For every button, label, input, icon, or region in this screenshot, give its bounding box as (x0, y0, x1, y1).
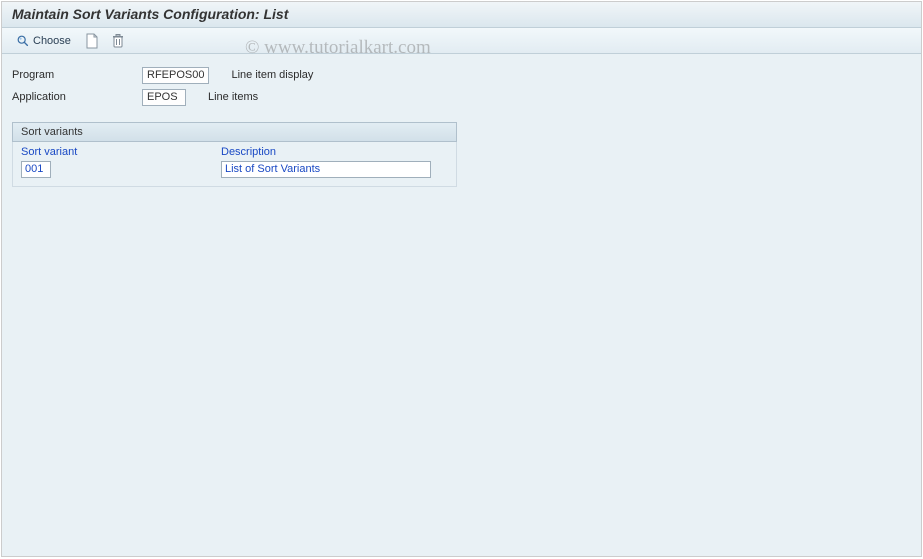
new-page-icon (85, 33, 99, 49)
application-label: Application (12, 91, 142, 103)
cell-sort-variant: 001 (21, 161, 221, 178)
application-value: EPOS (142, 89, 186, 106)
sort-variants-group: Sort variants Sort variant Description 0… (12, 122, 457, 187)
new-button[interactable] (83, 31, 101, 51)
app-window: Maintain Sort Variants Configuration: Li… (1, 1, 922, 557)
sort-variant-input[interactable]: 001 (21, 161, 51, 178)
delete-button[interactable] (109, 31, 127, 51)
table-row: 001 List of Sort Variants (21, 161, 448, 178)
application-description: Line items (208, 91, 258, 103)
application-row: Application EPOS Line items (12, 86, 911, 108)
description-input[interactable]: List of Sort Variants (221, 161, 431, 178)
program-row: Program RFEPOS00 Line item display (12, 64, 911, 86)
header-fields: Program RFEPOS00 Line item display Appli… (12, 64, 911, 108)
groupbox-title: Sort variants (12, 122, 457, 142)
titlebar: Maintain Sort Variants Configuration: Li… (2, 2, 921, 28)
column-headers: Sort variant Description (21, 146, 448, 158)
program-description: Line item display (231, 69, 313, 81)
choose-button-label: Choose (33, 35, 71, 47)
choose-button[interactable]: Choose (12, 32, 75, 50)
program-label: Program (12, 69, 142, 81)
program-value: RFEPOS00 (142, 67, 209, 84)
page-title: Maintain Sort Variants Configuration: Li… (12, 6, 288, 22)
cell-description: List of Sort Variants (221, 161, 448, 178)
magnifier-icon (16, 34, 30, 48)
col-header-sort-variant: Sort variant (21, 146, 221, 158)
content-area: Program RFEPOS00 Line item display Appli… (2, 54, 921, 556)
trash-icon (111, 33, 125, 49)
groupbox-body: Sort variant Description 001 List of Sor… (12, 142, 457, 187)
col-header-description: Description (221, 146, 448, 158)
toolbar: Choose (2, 28, 921, 54)
